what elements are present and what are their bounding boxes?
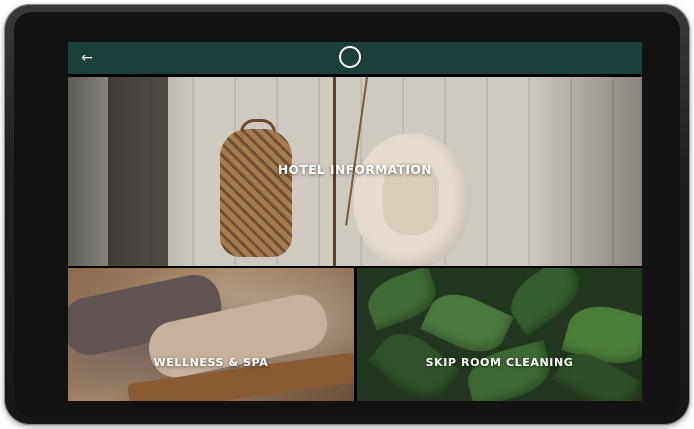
back-arrow-icon[interactable]: ← — [78, 49, 96, 67]
tile-skip-room-cleaning[interactable]: SKIP ROOM CLEANING — [357, 268, 642, 401]
tile-label: WELLNESS & SPA — [153, 356, 269, 369]
app-screen: ← HOTEL INFORMATION WELLNESS & SPA SKIP … — [68, 42, 642, 401]
wicker-basket-image — [220, 129, 292, 257]
top-bar: ← — [68, 42, 642, 74]
tile-hotel-information[interactable]: HOTEL INFORMATION — [68, 77, 642, 266]
tile-label: SKIP ROOM CLEANING — [425, 356, 574, 369]
tile-wellness-spa[interactable]: WELLNESS & SPA — [68, 268, 354, 401]
logo-ring-icon — [339, 46, 361, 68]
tile-label: HOTEL INFORMATION — [278, 163, 432, 177]
tablet-device: ← HOTEL INFORMATION WELLNESS & SPA SKIP … — [4, 4, 690, 425]
